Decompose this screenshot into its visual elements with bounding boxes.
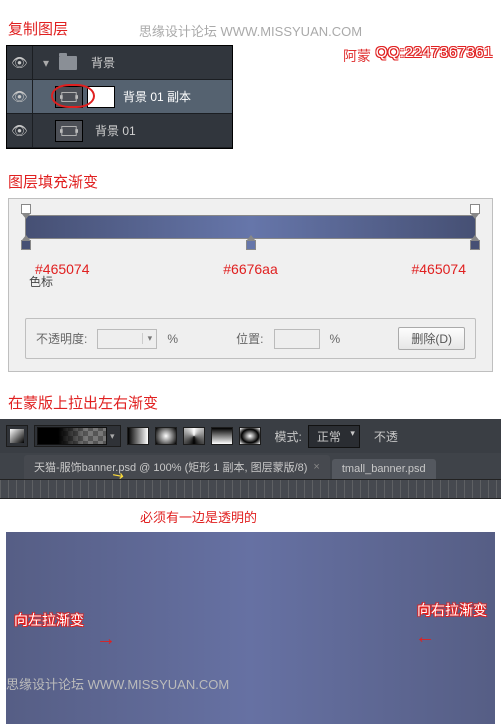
arrow-right-icon: → <box>96 628 116 651</box>
color-stop-right[interactable] <box>470 240 480 250</box>
tab-active[interactable]: 天猫-服饰banner.psd @ 100% (矩形 1 副本, 图层蒙版/8)… <box>24 455 330 479</box>
author-label: 阿蒙 <box>343 46 371 66</box>
chevron-down-icon: ▾ <box>350 428 355 439</box>
layer-row-folder[interactable]: 👁 ▾ 背景 <box>7 46 232 80</box>
gradient-bar[interactable] <box>25 215 476 239</box>
opacity-label: 不透明度: <box>36 330 87 347</box>
shape-thumb-icon <box>55 86 83 108</box>
stops-controls: 不透明度: ▾ % 位置: % 删除(D) <box>25 318 476 359</box>
layer-name: 背景 <box>91 54 115 71</box>
ruler <box>0 479 501 499</box>
linear-gradient-button[interactable] <box>127 427 149 445</box>
author-qq: QQ:2247367361 <box>376 44 493 61</box>
opacity-label-trunc: 不透 <box>374 428 398 445</box>
layer-name: 背景 01 <box>95 122 136 139</box>
mode-label: 模式: <box>275 428 302 445</box>
arrow-left-icon: ← <box>415 626 435 649</box>
pct-label: % <box>167 332 178 346</box>
color-code-mid: #6676aa <box>223 261 278 277</box>
radial-gradient-button[interactable] <box>155 427 177 445</box>
layer-row-selected[interactable]: 👁 背景 01 副本 <box>7 80 232 114</box>
chevron-down-icon[interactable]: ▾ <box>142 333 156 344</box>
folder-icon <box>59 56 77 70</box>
close-icon[interactable]: × <box>313 461 319 473</box>
note-text: 必须有一边是透明的 <box>140 507 501 526</box>
options-bar: ▾ 模式: 正常▾ 不透 <box>0 419 501 453</box>
gradient-canvas: 向左拉渐变 → 向右拉渐变 ← <box>6 532 495 724</box>
opacity-stop-right[interactable] <box>470 204 480 214</box>
opacity-stop-left[interactable] <box>21 204 31 214</box>
diamond-gradient-button[interactable] <box>239 427 261 445</box>
mask-thumb-icon <box>87 86 115 108</box>
color-code-right: #465074 <box>411 261 466 277</box>
opacity-input[interactable]: ▾ <box>97 329 157 349</box>
position-input[interactable] <box>274 329 320 349</box>
position-label: 位置: <box>236 330 263 347</box>
color-code-left: #465074 <box>35 261 90 277</box>
gradient-tool-icon[interactable] <box>6 425 28 447</box>
disclosure-icon[interactable]: ▾ <box>33 56 59 70</box>
visibility-icon[interactable]: 👁 <box>7 80 33 113</box>
layer-row[interactable]: 👁 背景 01 <box>7 114 232 148</box>
section2-title: 图层填充渐变 <box>8 171 501 192</box>
mode-select[interactable]: 正常▾ <box>308 425 360 448</box>
shape-thumb-icon <box>55 120 83 142</box>
layer-name: 背景 01 副本 <box>123 88 191 105</box>
watermark-bottom: 思缘设计论坛 WWW.MISSYUAN.COM <box>6 674 229 693</box>
tab-inactive[interactable]: tmall_banner.psd <box>332 459 436 479</box>
angle-gradient-button[interactable] <box>183 427 205 445</box>
gradient-preview-dropdown[interactable]: ▾ <box>34 425 121 447</box>
reflected-gradient-button[interactable] <box>211 427 233 445</box>
gradient-preview <box>37 427 107 445</box>
photoshop-ui: ▾ 模式: 正常▾ 不透 天猫-服饰banner.psd @ 100% (矩形 … <box>0 419 501 526</box>
pull-right-label: 向右拉渐变 <box>417 600 487 620</box>
gradient-editor: #465074 #6676aa #465074 色标 不透明度: ▾ % 位置:… <box>8 198 493 372</box>
chevron-down-icon[interactable]: ▾ <box>107 431 118 442</box>
section3-title: 在蒙版上拉出左右渐变 <box>8 392 501 413</box>
document-tabs: 天猫-服饰banner.psd @ 100% (矩形 1 副本, 图层蒙版/8)… <box>0 453 501 479</box>
visibility-icon[interactable]: 👁 <box>7 114 33 147</box>
layers-panel: 👁 ▾ 背景 👁 背景 01 副本 👁 背景 01 <box>6 45 233 149</box>
color-stop-mid[interactable] <box>246 240 256 250</box>
pct-label: % <box>330 332 341 346</box>
delete-button[interactable]: 删除(D) <box>398 327 465 350</box>
pull-left-label: 向左拉渐变 <box>14 610 84 630</box>
visibility-icon[interactable]: 👁 <box>7 46 33 79</box>
watermark-top: 思缘设计论坛 WWW.MISSYUAN.COM <box>139 21 362 40</box>
color-stop-left[interactable] <box>21 240 31 250</box>
